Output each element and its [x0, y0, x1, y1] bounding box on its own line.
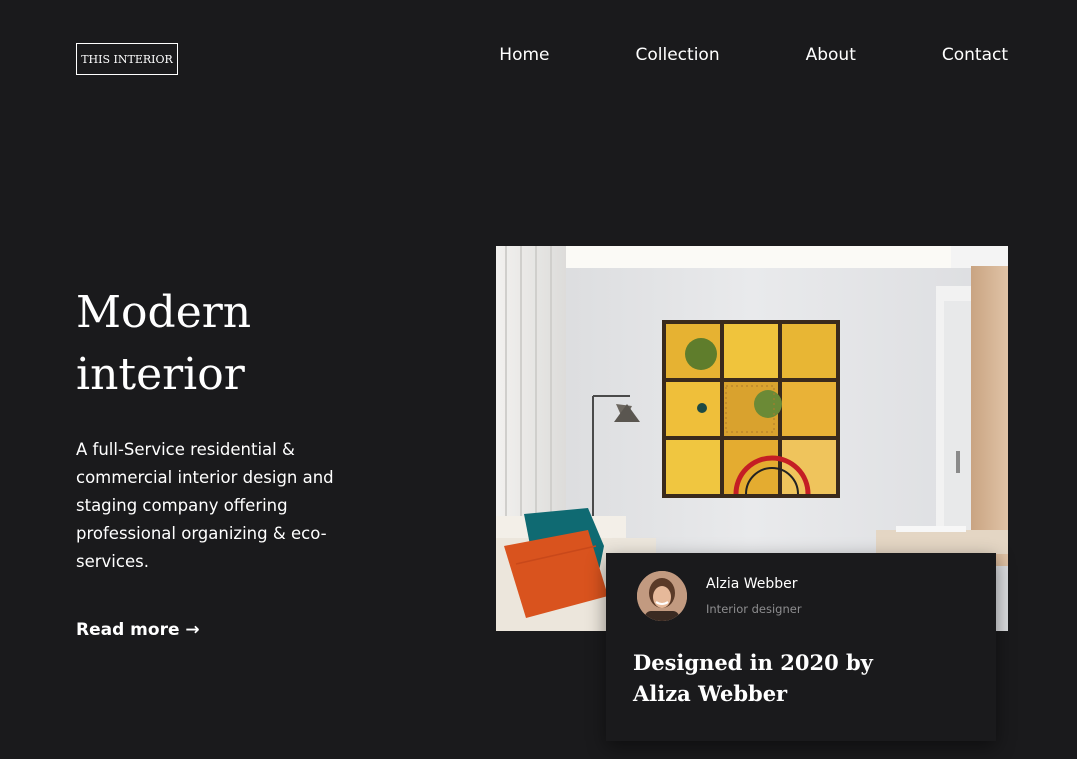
nav-contact[interactable]: Contact — [942, 44, 1008, 66]
hero-title-line2: interior — [76, 349, 245, 400]
card-title-line1: Designed in 2020 by — [633, 650, 873, 675]
wall-art — [662, 320, 840, 498]
designer-card: Alzia Webber Interior designer Designed … — [606, 553, 996, 741]
main-nav: Home Collection About Contact — [499, 44, 1008, 66]
logo[interactable]: THIS INTERIOR — [76, 43, 178, 75]
card-title-line2: Aliza Webber — [633, 681, 788, 706]
nav-collection[interactable]: Collection — [636, 44, 720, 66]
read-more-link[interactable]: Read more → — [76, 618, 200, 642]
nav-about[interactable]: About — [806, 44, 856, 66]
avatar[interactable] — [637, 571, 687, 621]
hero-title: Modern interior — [76, 282, 336, 406]
nav-home[interactable]: Home — [499, 44, 549, 66]
author-name: Alzia Webber — [706, 576, 798, 592]
hero-description: A full-Service residential & commercial … — [76, 440, 334, 571]
logo-text: THIS INTERIOR — [81, 52, 173, 66]
page: THIS INTERIOR Home Collection About Cont… — [0, 0, 1077, 759]
card-title: Designed in 2020 by Aliza Webber — [633, 647, 873, 709]
hero-title-line1: Modern — [76, 287, 252, 338]
author-role: Interior designer — [706, 602, 802, 616]
